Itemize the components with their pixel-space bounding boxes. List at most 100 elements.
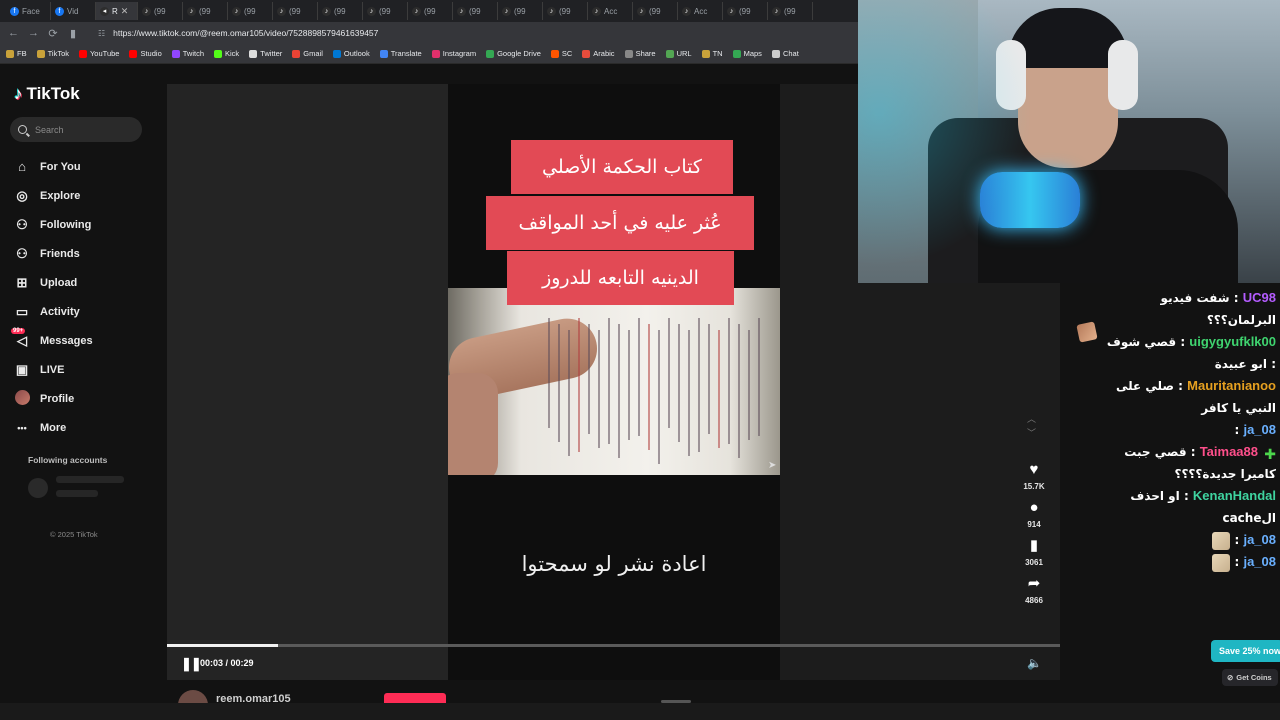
upload-icon: ⊞: [16, 274, 28, 290]
bookmark-page-icon[interactable]: ▮: [68, 27, 78, 40]
sidebar-item-messages[interactable]: ◁ 99+ Messages: [11, 326, 164, 355]
browser-tab[interactable]: ◂ R ✕: [96, 2, 138, 20]
share-button[interactable]: ➦ 4866: [1016, 574, 1052, 605]
chat-username[interactable]: Mauritanianoo: [1187, 378, 1276, 393]
bookmark-item[interactable]: YouTube: [78, 49, 119, 58]
bookmark-label: FB: [17, 49, 27, 58]
browser-tab[interactable]: ♪ (99: [543, 2, 588, 20]
bookmark-item[interactable]: Google Drive: [486, 49, 541, 58]
url-field[interactable]: ☷ https://www.tiktok.com/@reem.omar105/v…: [98, 28, 378, 38]
browser-tab[interactable]: ♪ (99: [723, 2, 768, 20]
bookmark-item[interactable]: Share: [624, 49, 656, 58]
bookmark-icon: [771, 49, 780, 58]
book-text-line: [758, 318, 760, 436]
browser-tab[interactable]: ♪ (99: [768, 2, 813, 20]
bookmark-item[interactable]: Studio: [129, 49, 162, 58]
sidebar-item-for-you[interactable]: ⌂ For You: [14, 152, 164, 181]
site-info-icon[interactable]: ☷: [98, 29, 105, 38]
bookmark-icon: [214, 49, 223, 58]
next-video-icon[interactable]: ﹀: [1027, 426, 1036, 440]
bookmark-icon: [550, 49, 559, 58]
bookmark-icon: [249, 49, 258, 58]
browser-tab[interactable]: f Face: [6, 2, 51, 20]
search-input[interactable]: Search: [10, 117, 142, 142]
sidebar-item-live[interactable]: ▣ LIVE: [14, 355, 164, 384]
chat-username[interactable]: uigygyufklk00: [1189, 334, 1276, 349]
sidebar-item-activity[interactable]: ▭ Activity: [14, 297, 164, 326]
bookmark-item[interactable]: Twitter: [249, 49, 282, 58]
back-icon[interactable]: ←: [8, 27, 19, 39]
chat-username[interactable]: ja_08: [1243, 554, 1276, 569]
chat-username[interactable]: Taimaa88: [1200, 444, 1258, 459]
progress-bar[interactable]: [167, 644, 1060, 647]
browser-tab[interactable]: ♪ Acc: [588, 2, 633, 20]
book-text-line: [618, 324, 620, 458]
browser-tab[interactable]: ♪ (99: [228, 2, 273, 20]
chat-username[interactable]: KenanHandal: [1193, 488, 1276, 503]
bookmark-label: Kick: [225, 49, 240, 58]
close-tab-icon[interactable]: ✕: [121, 6, 129, 17]
browser-tab[interactable]: ♪ Acc: [678, 2, 723, 20]
browser-tab[interactable]: ♪ (99: [363, 2, 408, 20]
browser-tab[interactable]: ♪ (99: [633, 2, 678, 20]
chat-username[interactable]: ja_08: [1243, 422, 1276, 437]
browser-tab[interactable]: ♪ (99: [498, 2, 543, 20]
sidebar-item-upload[interactable]: ⊞ Upload: [14, 268, 164, 297]
heart-button[interactable]: ♥ 15.7K: [1016, 460, 1052, 491]
bookmark-item[interactable]: Translate: [379, 49, 422, 58]
caption-line-3: الدينيه التابعه للدروز: [507, 251, 734, 305]
browser-tab[interactable]: f Vid: [51, 2, 96, 20]
bookmark-icon: [292, 49, 301, 58]
browser-tab[interactable]: ♪ (99: [273, 2, 318, 20]
pause-button[interactable]: ❚❚: [181, 656, 202, 672]
save-25-button[interactable]: Save 25% now: [1211, 640, 1280, 662]
bookmark-item[interactable]: Chat: [771, 49, 799, 58]
tiktok-logo[interactable]: ♪ TikTok: [14, 84, 80, 104]
bookmark-item[interactable]: SC: [550, 49, 572, 58]
tab-label: (99: [289, 6, 301, 16]
chat-username[interactable]: UC98: [1243, 290, 1276, 305]
video-frame[interactable]: كتاب الحكمة الأصلي عُثر عليه في أحد المو…: [448, 84, 780, 680]
share-icon: ➦: [1027, 575, 1041, 592]
sidebar-item-explore[interactable]: ◎ Explore: [14, 181, 164, 210]
url-text[interactable]: https://www.tiktok.com/@reem.omar105/vid…: [113, 28, 378, 38]
comment-button[interactable]: ● 914: [1016, 498, 1052, 529]
bookmark-icon: [732, 49, 741, 58]
bookmark-item[interactable]: Arabic: [582, 49, 615, 58]
bookmark-item[interactable]: Gmail: [292, 49, 323, 58]
sidebar-item-label: Upload: [40, 276, 78, 289]
bookmark-item[interactable]: Outlook: [332, 49, 370, 58]
bookmark-item[interactable]: Instagram: [431, 49, 476, 58]
bookmark-button[interactable]: ▮ 3061: [1016, 536, 1052, 567]
tiktok-icon: ♪: [772, 6, 781, 16]
sidebar-item-more[interactable]: ••• More: [14, 413, 164, 442]
tab-label: (99: [379, 6, 391, 16]
browser-tab[interactable]: ♪ (99: [138, 2, 183, 20]
get-coins-button[interactable]: ⊘ Get Coins: [1222, 669, 1278, 686]
bookmark-item[interactable]: URL: [665, 49, 692, 58]
sidebar-item-following[interactable]: ⚇ Following: [14, 210, 164, 239]
bookmark-item[interactable]: TN: [701, 49, 723, 58]
bookmark-item[interactable]: TikTok: [36, 49, 69, 58]
browser-tab[interactable]: ♪ (99: [318, 2, 363, 20]
bookmark-item[interactable]: Twitch: [171, 49, 204, 58]
bookmark-item[interactable]: Kick: [214, 49, 239, 58]
chat-separator: :: [1176, 335, 1190, 349]
browser-tab[interactable]: ♪ (99: [183, 2, 228, 20]
scroll-handle[interactable]: [661, 700, 691, 703]
tiktok-icon: ♪: [232, 6, 241, 16]
browser-tab[interactable]: ♪ (99: [408, 2, 453, 20]
browser-tab[interactable]: ♪ (99: [453, 2, 498, 20]
volume-icon[interactable]: 🔈: [1027, 656, 1042, 670]
tiktok-icon: ♪: [547, 6, 556, 16]
forward-icon[interactable]: →: [28, 27, 39, 39]
sidebar-item-friends[interactable]: ⚇ Friends: [14, 239, 164, 268]
sidebar-item-profile[interactable]: Profile: [14, 384, 164, 413]
bookmark-item[interactable]: Maps: [732, 49, 762, 58]
prev-video-icon[interactable]: ︿: [1027, 412, 1036, 426]
chat-username[interactable]: ja_08: [1243, 532, 1276, 547]
sidebar-item-label: LIVE: [40, 363, 65, 376]
bookmark-item[interactable]: FB: [6, 49, 27, 58]
book-text-line: [688, 330, 690, 456]
reload-icon[interactable]: ⟳: [48, 27, 58, 40]
